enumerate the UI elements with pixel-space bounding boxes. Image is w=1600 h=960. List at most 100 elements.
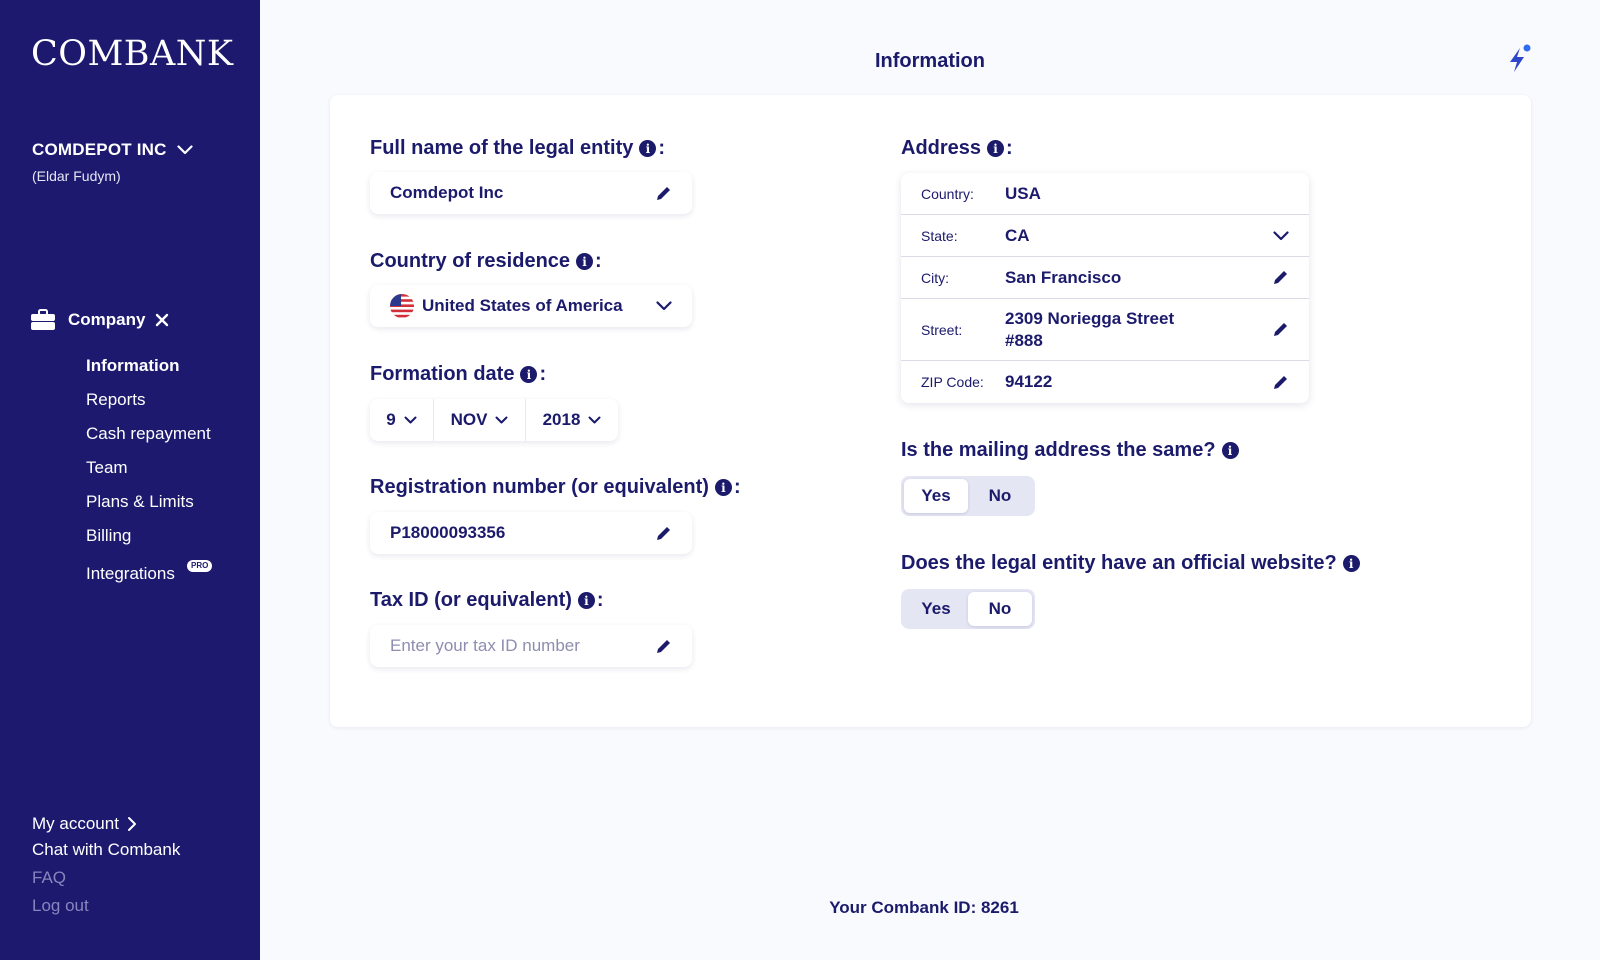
combank-id: Your Combank ID: 8261 [829, 898, 1019, 917]
day-value: 9 [386, 410, 396, 429]
year-value: 2018 [542, 410, 581, 429]
nav-item-integrations[interactable]: Integrations PRO [86, 560, 213, 594]
edit-pencil-icon[interactable] [655, 185, 672, 202]
info-icon[interactable]: i [577, 592, 595, 609]
info-icon[interactable]: i [520, 366, 538, 383]
address-card: Country: USA State: CA City: San Francis… [901, 173, 1309, 403]
nav-section-label: Company [68, 310, 146, 329]
nav-item-plans-limits[interactable]: Plans & Limits [86, 488, 211, 522]
address-street-value: 2309 Noriegga Street #888 [1005, 308, 1289, 352]
my-account-label: My account [32, 814, 119, 833]
tax-id-placeholder: Enter your tax ID number [390, 636, 580, 655]
mailing-address-question-text: Is the mailing address the same? [901, 439, 1216, 461]
edit-pencil-icon[interactable] [1272, 269, 1289, 286]
label-colon: : [539, 363, 547, 385]
legal-name-field[interactable]: Comdepot Inc [370, 172, 692, 214]
info-icon[interactable]: i [576, 253, 594, 270]
sidebar: COMBANK COMDEPOT INC (Eldar Fudym) Compa… [0, 0, 260, 960]
country-value: United States of America [422, 296, 623, 315]
country-label-text: Country of residence [370, 250, 571, 272]
address-row-street[interactable]: Street: 2309 Noriegga Street #888 [901, 299, 1309, 361]
registration-field[interactable]: P18000093356 [370, 512, 692, 554]
my-account-link[interactable]: My account [32, 810, 180, 838]
company-name: COMDEPOT INC [32, 140, 167, 159]
label-colon: : [596, 589, 604, 611]
address-key: State: [921, 227, 958, 244]
address-row-state[interactable]: State: CA [901, 215, 1309, 257]
edit-pencil-icon[interactable] [655, 525, 672, 542]
chevron-down-icon [495, 416, 508, 424]
pro-badge: PRO [187, 560, 213, 572]
legal-name-label-text: Full name of the legal entity [370, 137, 634, 159]
info-icon[interactable]: i [714, 479, 732, 496]
label-colon: : [733, 476, 741, 498]
info-icon[interactable]: i [1221, 442, 1239, 459]
nav-item-integrations-label: Integrations [86, 564, 175, 583]
account-user-name: (Eldar Fudym) [32, 168, 121, 184]
registration-label: Registration number (or equivalent) i: [370, 476, 741, 499]
address-row-city[interactable]: City: San Francisco [901, 257, 1309, 299]
mailing-address-toggle: Yes No [901, 476, 1035, 516]
website-question: Does the legal entity have an official w… [901, 552, 1360, 575]
info-icon[interactable]: i [639, 140, 657, 157]
nav-item-team[interactable]: Team [86, 454, 211, 488]
address-key: ZIP Code: [921, 374, 984, 390]
mailing-address-question: Is the mailing address the same? i [901, 439, 1239, 462]
info-icon[interactable]: i [1342, 555, 1360, 572]
us-flag-icon [390, 294, 414, 318]
briefcase-icon [31, 309, 55, 330]
address-row-zip[interactable]: ZIP Code: 94122 [901, 361, 1309, 403]
nav-item-information[interactable]: Information [86, 352, 211, 386]
nav-item-reports[interactable]: Reports [86, 386, 211, 420]
label-colon: : [1006, 137, 1013, 159]
registration-label-text: Registration number (or equivalent) [370, 476, 709, 498]
legal-name-label: Full name of the legal entity i: [370, 137, 665, 160]
chevron-down-icon[interactable] [1273, 230, 1289, 241]
chevron-down-icon [404, 416, 417, 424]
page-title: Information [875, 50, 985, 72]
website-yes-option[interactable]: Yes [904, 592, 968, 626]
mailing-yes-option[interactable]: Yes [904, 479, 968, 513]
lightning-icon[interactable] [1505, 44, 1533, 74]
address-street-line1: 2309 Noriegga Street [1005, 308, 1175, 328]
close-icon[interactable] [155, 313, 169, 327]
chevron-right-icon [127, 817, 136, 831]
tax-id-label: Tax ID (or equivalent) i: [370, 589, 604, 612]
address-label-text: Address [901, 137, 982, 159]
country-select[interactable]: United States of America [370, 285, 692, 327]
website-toggle: Yes No [901, 589, 1035, 629]
address-city-value: San Francisco [1005, 267, 1122, 287]
edit-pencil-icon[interactable] [1272, 374, 1289, 391]
country-label: Country of residence i: [370, 250, 602, 273]
chevron-down-icon [656, 301, 672, 311]
registration-value: P18000093356 [390, 523, 506, 542]
faq-link[interactable]: FAQ [32, 866, 180, 894]
company-nav-list: Information Reports Cash repayment Team … [86, 352, 213, 594]
address-label: Address i: [901, 137, 1013, 160]
legal-name-value: Comdepot Inc [390, 183, 504, 202]
month-select[interactable]: NOV [434, 399, 526, 441]
formation-date-label-text: Formation date [370, 363, 515, 385]
address-state-value: CA [1005, 225, 1030, 245]
year-select[interactable]: 2018 [526, 399, 618, 441]
edit-pencil-icon[interactable] [655, 638, 672, 655]
address-key: Country: [921, 185, 974, 202]
formation-date-label: Formation date i: [370, 363, 546, 386]
company-switcher[interactable]: COMDEPOT INC [32, 140, 193, 160]
address-key: City: [921, 269, 949, 286]
chevron-down-icon [177, 145, 193, 155]
website-no-option[interactable]: No [968, 592, 1032, 626]
chat-link[interactable]: Chat with Combank [32, 838, 180, 866]
info-icon[interactable]: i [987, 140, 1005, 157]
address-street-line2: #888 [1005, 330, 1043, 350]
day-select[interactable]: 9 [370, 399, 434, 441]
tax-id-field[interactable]: Enter your tax ID number [370, 625, 692, 667]
label-colon: : [595, 250, 602, 272]
nav-item-cash-repayment[interactable]: Cash repayment [86, 420, 211, 454]
nav-section-company[interactable]: Company [31, 309, 169, 331]
edit-pencil-icon[interactable] [1272, 321, 1289, 338]
mailing-no-option[interactable]: No [968, 479, 1032, 513]
month-value: NOV [450, 410, 488, 429]
nav-item-billing[interactable]: Billing [86, 522, 211, 556]
chevron-down-icon [588, 416, 601, 424]
